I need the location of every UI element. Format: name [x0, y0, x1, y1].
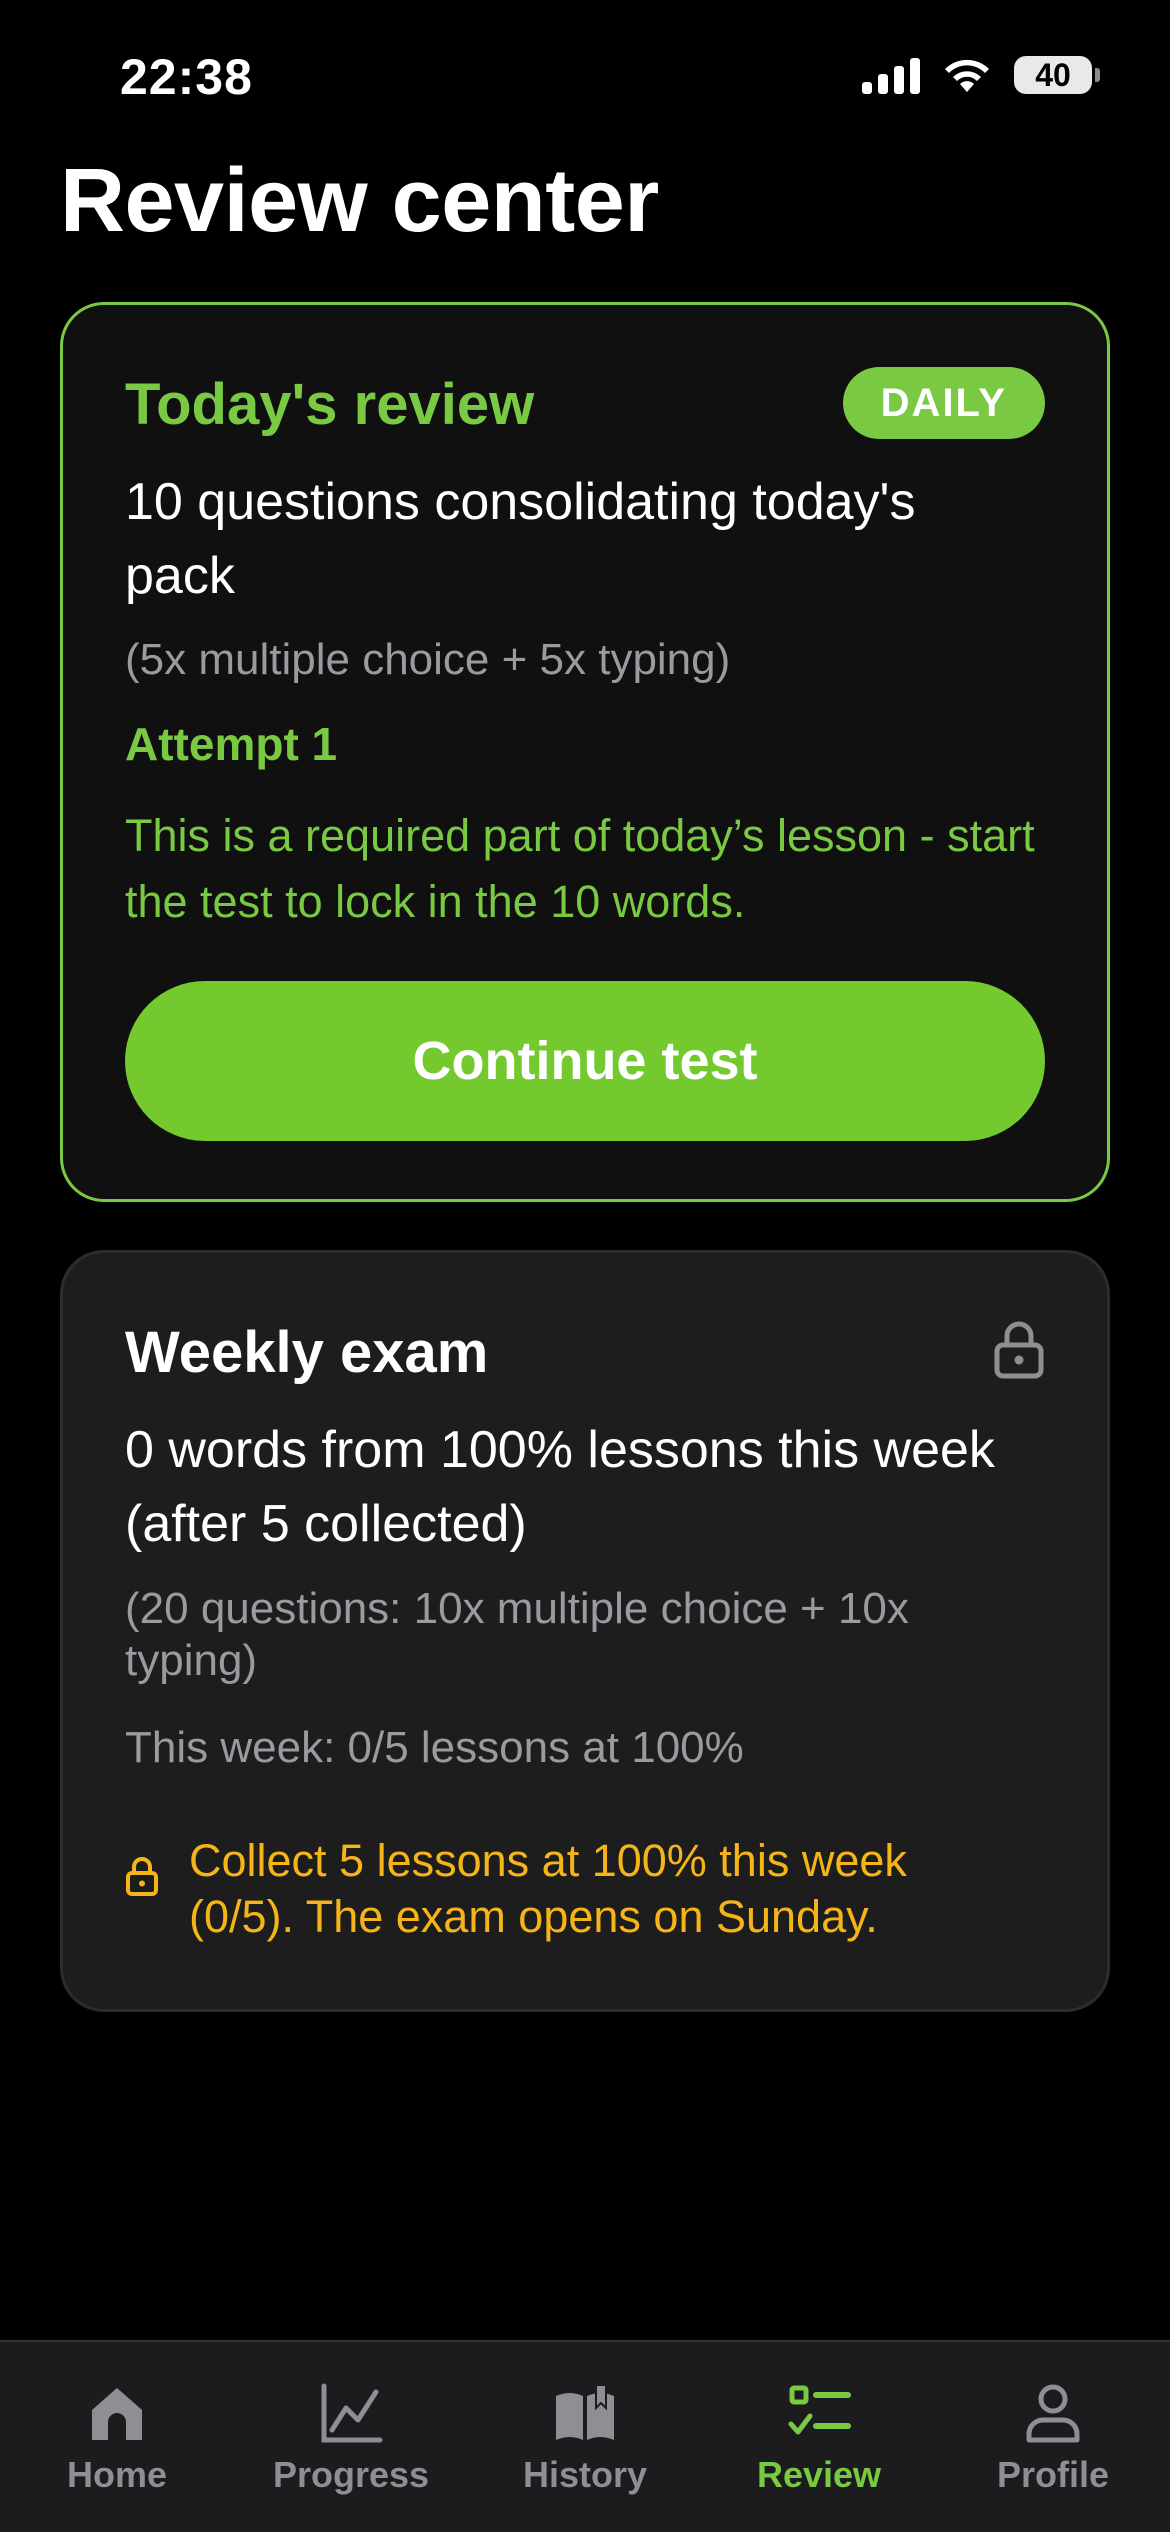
- wifi-icon: [945, 59, 989, 92]
- daily-badge: DAILY: [842, 367, 1045, 439]
- chart-icon: [321, 2383, 383, 2443]
- tab-progress[interactable]: Progress: [234, 2342, 468, 2496]
- tab-profile[interactable]: Profile: [936, 2342, 1170, 2496]
- home-icon: [92, 2388, 142, 2440]
- tab-review-label: Review: [756, 2454, 882, 2495]
- weekly-exam-description: 0 words from 100% lessons this week (aft…: [125, 1421, 995, 1553]
- status-icons: 40: [862, 56, 1100, 94]
- warning-lock-icon: [126, 1857, 158, 1896]
- daily-review-note: This is a required part of today’s lesso…: [125, 810, 1035, 927]
- checklist-icon: [788, 2385, 851, 2435]
- weekly-exam-title: Weekly exam: [125, 1320, 489, 1385]
- daily-review-title: Today's review: [125, 372, 535, 437]
- warning-text: Collect 5 lessons at 100% this week (0/5…: [189, 1835, 907, 1942]
- tab-history[interactable]: History: [468, 2342, 702, 2496]
- weekly-exam-subtext: (20 questions: 10x multiple choice + 10x…: [125, 1584, 909, 1685]
- weekly-progress-text: This week: 0/5 lessons at 100%: [125, 1723, 744, 1772]
- tab-bar: Home Progress History Review Profile: [0, 2340, 1170, 2532]
- status-bar: 22:38 40: [0, 0, 1170, 150]
- continue-test-button[interactable]: Continue test: [125, 981, 1045, 1141]
- person-icon: [1026, 2384, 1080, 2443]
- status-time: 22:38: [120, 49, 253, 105]
- daily-review-card: Today's review DAILY 10 questions consol…: [60, 302, 1110, 1202]
- daily-review-description: 10 questions consolidating today's pack: [125, 473, 916, 605]
- battery-icon: 40: [1014, 56, 1100, 94]
- tab-progress-label: Progress: [272, 2454, 430, 2495]
- weekly-exam-warning: Collect 5 lessons at 100% this week (0/5…: [125, 1833, 1007, 1945]
- tab-review[interactable]: Review: [702, 2342, 936, 2496]
- weekly-exam-card: Weekly exam 0 words from 100% lessons th…: [60, 1250, 1110, 2012]
- book-icon: [556, 2386, 614, 2440]
- review-center-screen: 22:38 40 Review center Today's review DA…: [0, 0, 1170, 2532]
- tab-home[interactable]: Home: [0, 2342, 234, 2496]
- lock-icon: [994, 1321, 1044, 1379]
- daily-review-subtext: (5x multiple choice + 5x typing): [125, 635, 731, 684]
- page-title: Review center: [60, 151, 659, 251]
- attempt-label: Attempt 1: [125, 718, 338, 770]
- tab-home-label: Home: [66, 2454, 168, 2495]
- tab-history-label: History: [522, 2454, 648, 2495]
- cellular-signal-icon: [862, 56, 920, 94]
- tab-profile-label: Profile: [996, 2454, 1110, 2495]
